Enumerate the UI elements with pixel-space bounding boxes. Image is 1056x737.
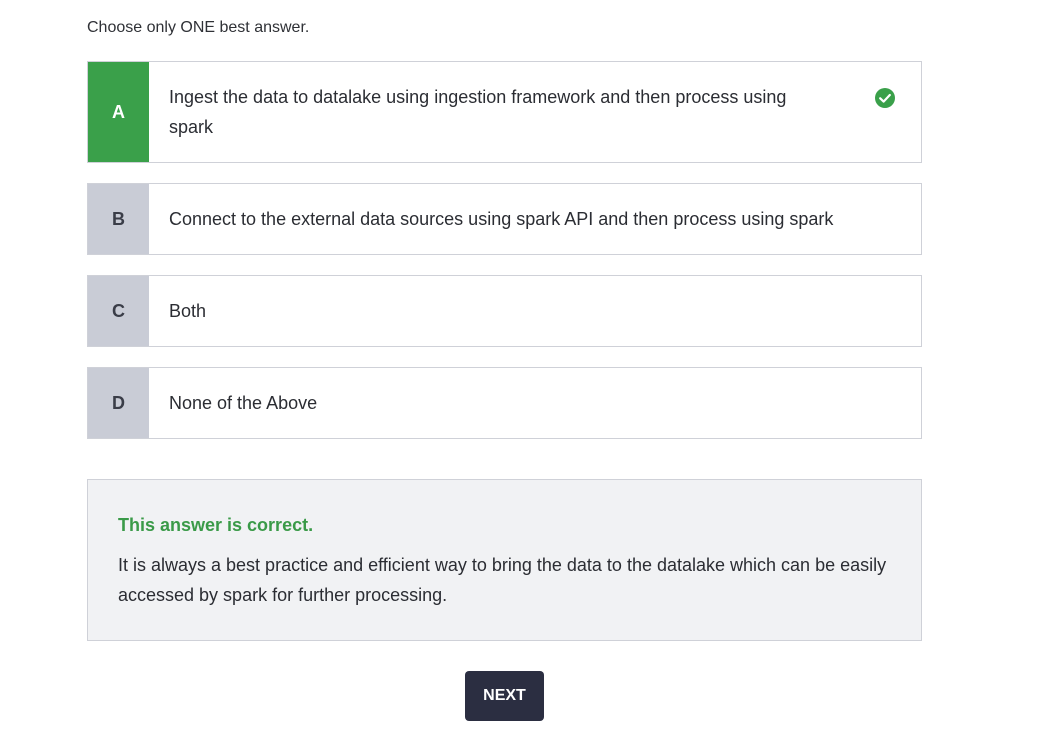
feedback-title: This answer is correct. [118, 515, 314, 535]
quiz-page: Choose only ONE best answer. A Ingest th… [0, 0, 1056, 737]
option-a[interactable]: A Ingest the data to datalake using inge… [87, 61, 922, 163]
answer-feedback-panel: This answer is correct. It is always a b… [87, 479, 922, 641]
option-letter: C [88, 276, 149, 346]
option-letter: A [88, 62, 149, 162]
option-text: Both [169, 301, 207, 321]
option-c[interactable]: C Both [87, 275, 922, 347]
option-b[interactable]: B Connect to the external data sources u… [87, 183, 922, 255]
next-button[interactable]: NEXT [465, 671, 544, 721]
option-letter: B [88, 184, 149, 254]
option-d[interactable]: D None of the Above [87, 367, 922, 439]
option-letter: D [88, 368, 149, 438]
feedback-explanation: It is always a best practice and efficie… [118, 555, 887, 605]
option-text: Ingest the data to datalake using ingest… [169, 87, 787, 137]
option-text: Connect to the external data sources usi… [169, 209, 834, 229]
option-text: None of the Above [169, 393, 318, 413]
check-circle-icon [875, 88, 895, 108]
instruction-text: Choose only ONE best answer. [87, 19, 310, 36]
